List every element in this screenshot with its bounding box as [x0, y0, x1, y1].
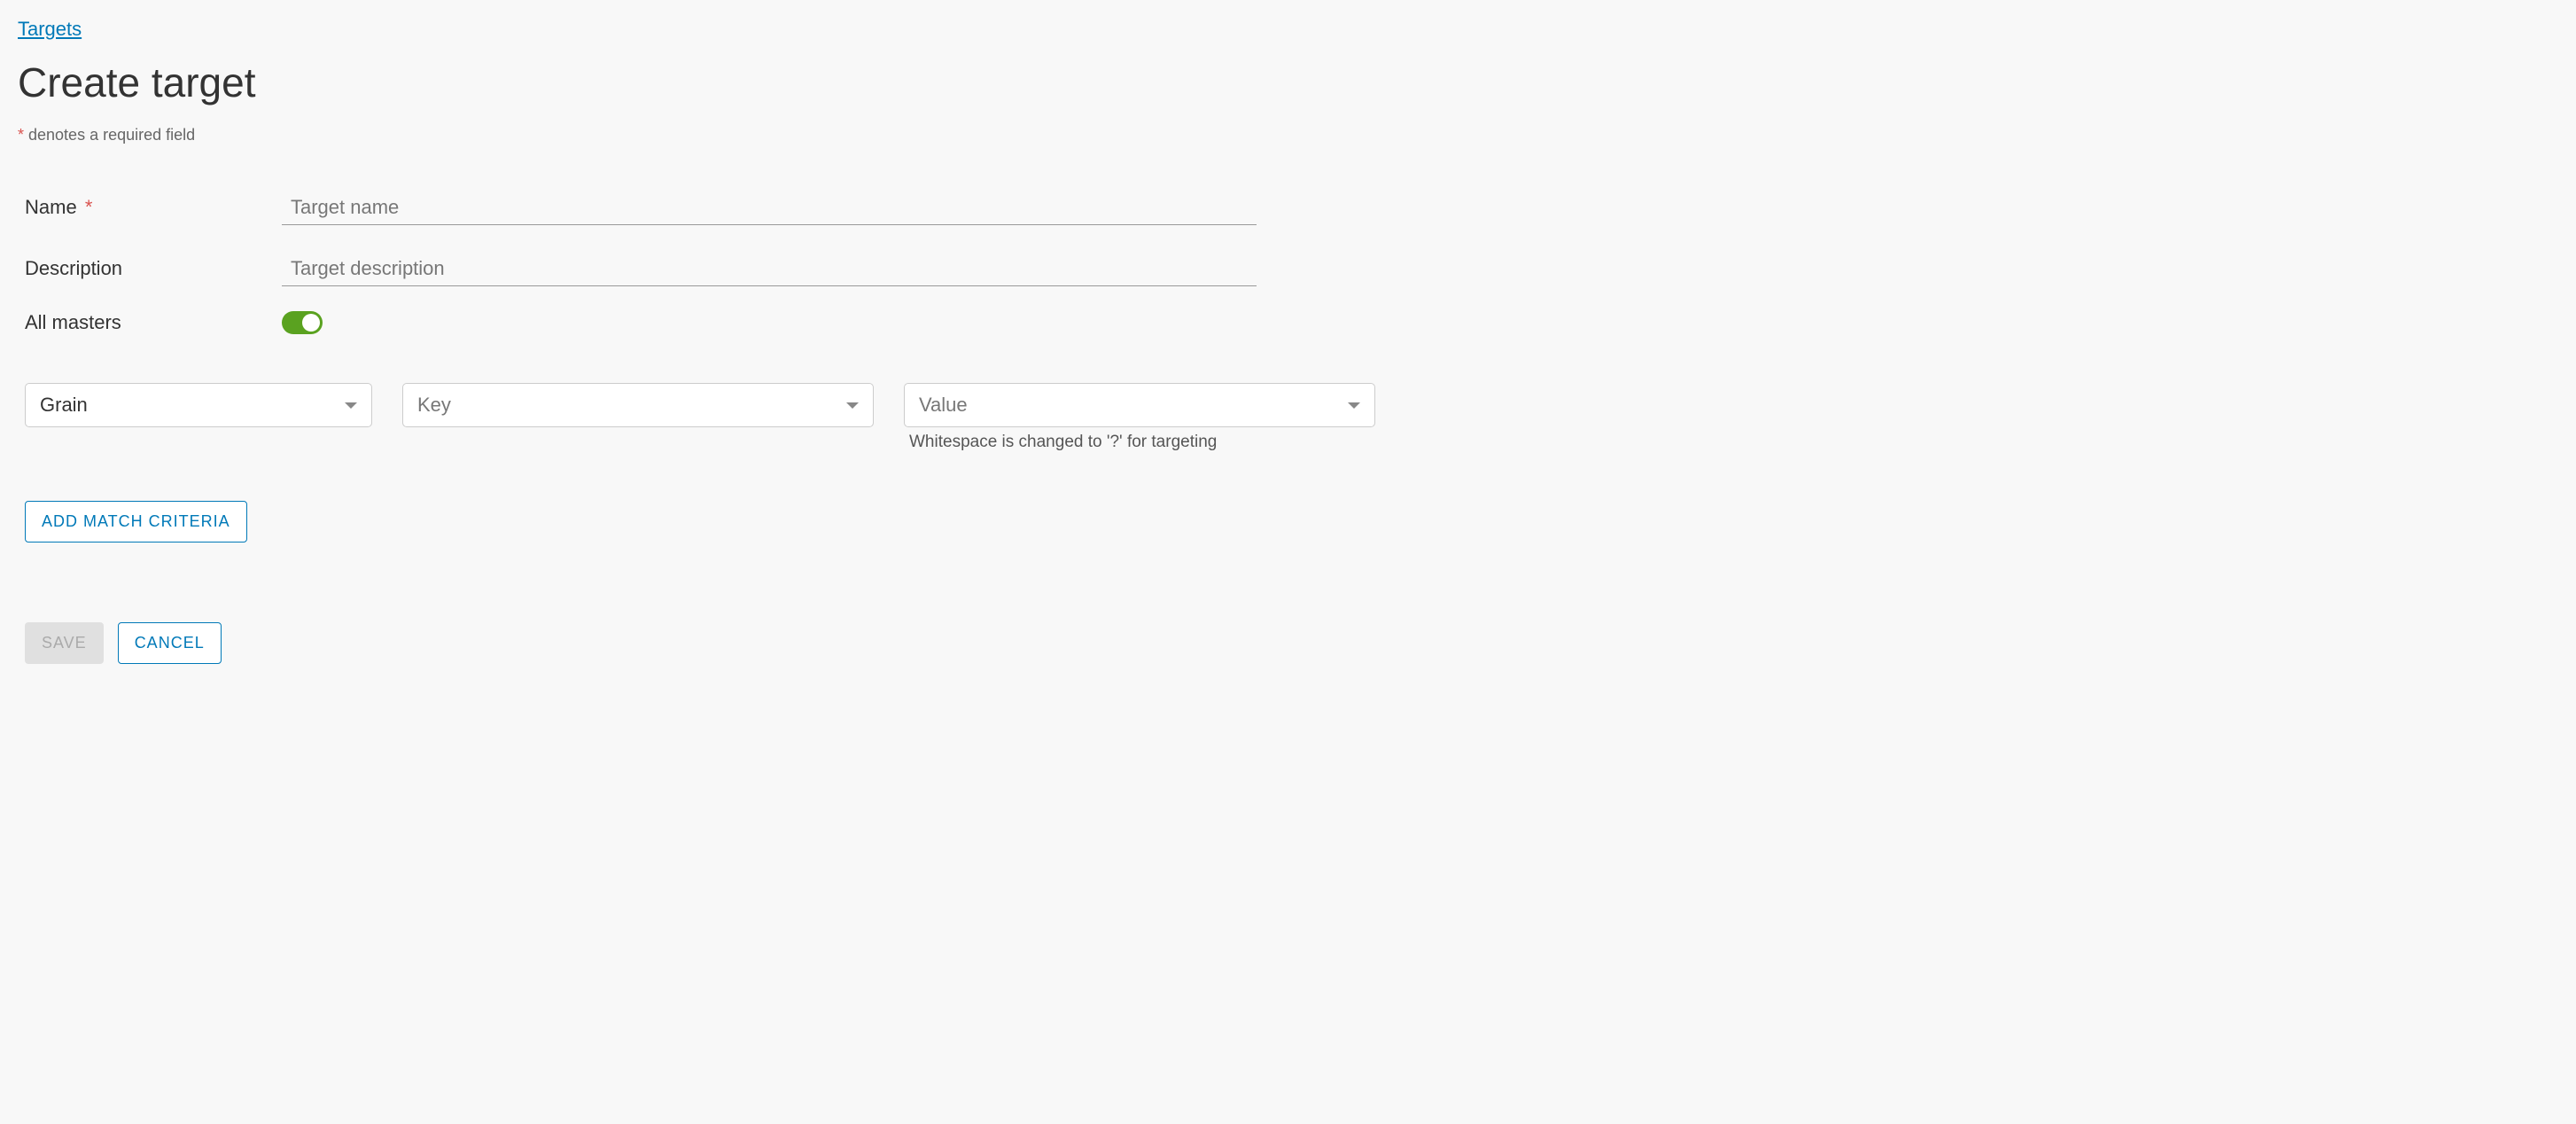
toggle-all-masters[interactable] — [282, 311, 323, 334]
chevron-down-icon — [1348, 402, 1360, 409]
select-criteria-type[interactable]: Grain — [25, 383, 372, 427]
input-description[interactable] — [282, 250, 1257, 286]
chevron-down-icon — [846, 402, 859, 409]
label-name-required: * — [85, 196, 93, 218]
label-name-text: Name — [25, 196, 77, 218]
select-criteria-value-placeholder: Value — [919, 394, 968, 417]
save-button[interactable]: Save — [25, 622, 104, 664]
page-title: Create target — [18, 59, 1400, 106]
criteria-row: Grain Key Value — [18, 383, 1400, 427]
input-name[interactable] — [282, 189, 1257, 225]
form-row-description: Description — [18, 250, 1400, 286]
form-row-all-masters: All masters — [18, 311, 1400, 334]
breadcrumb-targets[interactable]: Targets — [18, 18, 82, 41]
select-criteria-value[interactable]: Value — [904, 383, 1375, 427]
form-row-name: Name * — [18, 189, 1400, 225]
value-whitespace-hint: Whitespace is changed to '?' for targeti… — [909, 433, 1217, 452]
select-criteria-type-value: Grain — [40, 394, 88, 417]
label-all-masters: All masters — [25, 311, 282, 334]
select-criteria-key-placeholder: Key — [417, 394, 451, 417]
label-description: Description — [25, 257, 282, 280]
required-marker: * — [18, 126, 24, 144]
cancel-button[interactable]: Cancel — [118, 622, 222, 664]
add-match-criteria-button[interactable]: Add match criteria — [25, 501, 247, 542]
chevron-down-icon — [345, 402, 357, 409]
required-note-text: denotes a required field — [24, 126, 195, 144]
criteria-hint-row: Whitespace is changed to '?' for targeti… — [18, 433, 1400, 452]
required-field-note: * denotes a required field — [18, 126, 1400, 144]
select-criteria-key[interactable]: Key — [402, 383, 874, 427]
label-name: Name * — [25, 196, 282, 219]
